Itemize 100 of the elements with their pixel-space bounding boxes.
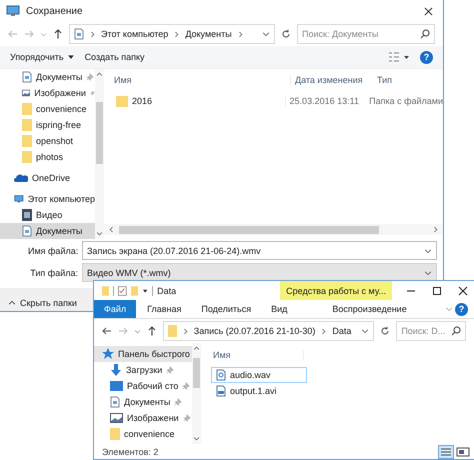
picture-icon <box>110 413 123 423</box>
file-item[interactable]: output.1.avi <box>211 383 307 399</box>
audio-file-icon <box>216 369 226 381</box>
file-name-field[interactable]: Запись экрана (20.07.2016 21-06-24).wmv <box>82 241 437 260</box>
file-type-dropdown[interactable]: Видео WMV (*.wmv) <box>82 263 437 282</box>
folder-icon <box>116 96 128 106</box>
nav-item[interactable]: Загрузки <box>94 362 192 378</box>
ribbon-tab[interactable]: Вид <box>262 300 296 318</box>
caret-icon[interactable] <box>142 286 148 294</box>
down-arrow-icon <box>110 364 122 376</box>
nav-item[interactable]: Изображени <box>0 85 95 101</box>
nav-item[interactable]: ispring-free <box>0 117 95 133</box>
chevron-down-icon <box>424 246 432 254</box>
column-header[interactable]: Имя <box>104 75 290 85</box>
nav-item[interactable]: Документы <box>0 69 95 85</box>
close-icon[interactable] <box>458 286 468 296</box>
chevron-right-icon <box>173 30 180 38</box>
help-button[interactable]: ? <box>420 50 433 64</box>
status-text: Элементов: 2 <box>102 446 158 456</box>
checklist-icon[interactable] <box>118 284 127 296</box>
cloud-icon <box>14 174 28 182</box>
folder-icon <box>22 103 32 115</box>
chevron-right-icon[interactable] <box>432 226 439 233</box>
help-button[interactable]: ? <box>455 302 468 316</box>
maximize-icon[interactable] <box>432 286 442 296</box>
nav-item[interactable]: convenience <box>0 101 95 117</box>
breadcrumb-item[interactable]: Документы <box>185 29 232 39</box>
chevron-down-icon[interactable] <box>96 230 103 237</box>
nav-item[interactable]: convenience <box>94 426 192 442</box>
back-arrow-icon[interactable] <box>102 326 112 336</box>
nav-item[interactable]: openshot <box>0 133 95 149</box>
scrollbar-thumb[interactable] <box>96 102 103 164</box>
search-field[interactable]: Поиск: D... <box>396 321 466 341</box>
field-label: Имя файла: <box>28 246 78 256</box>
search-icon <box>450 326 461 336</box>
table-cell: 25.03.2016 13:11 <box>284 96 366 106</box>
field-label: Тип файла: <box>29 268 78 278</box>
context-tab-header: Средства работы с му... <box>280 281 392 300</box>
organize-button[interactable]: Упорядочить <box>10 52 65 62</box>
nav-item[interactable]: Видео <box>0 207 95 223</box>
address-bar[interactable]: Запись (20.07.2016 21-10-30) Data <box>162 321 374 341</box>
document-icon <box>74 28 84 40</box>
folder-icon <box>22 135 32 147</box>
file-row-name[interactable]: 2016 <box>104 96 285 106</box>
ribbon-tab[interactable]: Воспроизведение <box>312 300 427 318</box>
chevron-up-icon[interactable] <box>96 71 103 78</box>
column-header[interactable]: Имя <box>201 350 304 360</box>
breadcrumb-item[interactable]: Data <box>332 326 352 336</box>
search-icon <box>420 29 430 39</box>
chevron-down-icon[interactable] <box>193 435 200 442</box>
chevron-right-icon <box>236 30 244 38</box>
chevron-down-icon[interactable] <box>361 327 370 335</box>
breadcrumb-item[interactable]: Запись (20.07.2016 21-10-30) <box>194 326 316 336</box>
folder-icon <box>22 119 32 131</box>
document-icon <box>110 396 120 408</box>
chevron-down-icon[interactable] <box>262 30 270 38</box>
star-icon <box>102 348 114 360</box>
nav-item[interactable]: Документы <box>94 394 192 410</box>
address-bar[interactable]: Этот компьютер Документы <box>69 24 275 44</box>
file-item[interactable]: audio.wav <box>211 367 307 383</box>
chevron-up-icon[interactable] <box>193 345 200 352</box>
nav-item[interactable]: Панель быстрого <box>94 346 192 362</box>
nav-item[interactable]: Документы <box>0 223 95 239</box>
refresh-icon[interactable] <box>281 29 291 39</box>
ribbon-tab[interactable]: Главная <box>138 300 190 318</box>
scrollbar-thumb[interactable] <box>119 226 379 234</box>
hide-folders-button[interactable]: Скрыть папки <box>8 298 77 308</box>
scrollbar-thumb[interactable] <box>193 358 200 388</box>
breadcrumb-item[interactable]: Этот компьютер <box>101 29 168 39</box>
refresh-icon[interactable] <box>380 326 390 336</box>
folder-icon <box>102 284 110 296</box>
document-icon <box>22 225 32 237</box>
view-options-icon[interactable] <box>388 52 410 62</box>
file-icon <box>216 385 226 397</box>
nav-item[interactable]: OneDrive <box>0 170 95 186</box>
ribbon-tab[interactable]: Файл <box>94 300 136 318</box>
details-view-icon[interactable] <box>438 444 454 458</box>
scrollbar[interactable] <box>104 224 443 235</box>
chevron-right-icon <box>182 328 189 334</box>
chevron-right-icon <box>320 328 328 334</box>
new-folder-button[interactable]: Создать папку <box>84 52 145 62</box>
chevron-right-icon <box>89 30 96 38</box>
chevron-left-icon[interactable] <box>108 226 115 233</box>
column-header[interactable]: Дата изменения <box>290 75 373 85</box>
nav-item[interactable]: Изображени <box>94 410 192 426</box>
close-icon[interactable] <box>424 6 433 16</box>
scrollbar[interactable] <box>95 69 104 239</box>
nav-item[interactable]: Рабочий сто <box>94 378 192 394</box>
up-arrow-icon[interactable] <box>53 29 63 39</box>
scrollbar[interactable] <box>192 343 201 444</box>
nav-item[interactable]: photos <box>0 149 95 165</box>
document-icon <box>22 71 32 83</box>
picture-icon <box>22 88 30 98</box>
up-arrow-icon[interactable] <box>146 326 157 336</box>
column-header[interactable]: Тип <box>373 75 443 85</box>
ribbon-tab[interactable]: Поделиться <box>192 300 260 318</box>
large-icons-view-icon[interactable] <box>456 446 470 458</box>
search-field[interactable]: Поиск: Документы <box>297 24 435 44</box>
window-title: Сохранение <box>26 6 83 16</box>
nav-item[interactable]: Этот компьютер <box>0 191 95 207</box>
